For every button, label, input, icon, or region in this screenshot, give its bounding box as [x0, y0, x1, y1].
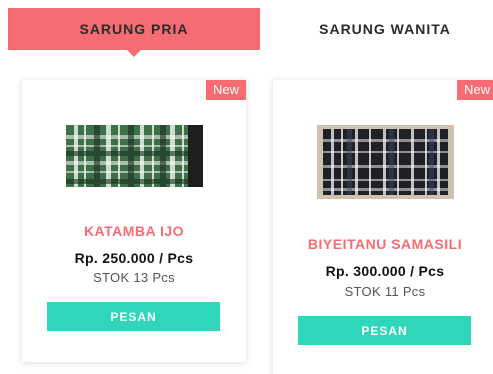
- tab-sarung-pria[interactable]: SARUNG PRIA: [8, 8, 260, 57]
- tab-sarung-wanita[interactable]: SARUNG WANITA: [270, 8, 493, 50]
- order-button[interactable]: PESAN: [298, 316, 471, 345]
- product-image[interactable]: [317, 125, 454, 199]
- new-badge: New: [456, 80, 493, 100]
- product-stock: STOK 11 Pcs: [344, 284, 426, 299]
- product-price: Rp. 300.000 / Pcs: [325, 263, 445, 279]
- product-card: New: [273, 80, 493, 374]
- green-plaid-fabric: [66, 125, 203, 187]
- order-button[interactable]: PESAN: [47, 302, 220, 331]
- product-name[interactable]: BIYEITANU SAMASILI: [273, 236, 493, 252]
- black-white-plaid-fabric: [317, 125, 454, 199]
- product-stock: STOK 13 Pcs: [93, 270, 175, 285]
- product-image[interactable]: [66, 125, 203, 187]
- new-badge: New: [205, 80, 246, 100]
- product-card: New: [22, 80, 246, 362]
- product-price: Rp. 250.000 / Pcs: [74, 250, 194, 266]
- product-name[interactable]: KATAMBA IJO: [22, 223, 246, 239]
